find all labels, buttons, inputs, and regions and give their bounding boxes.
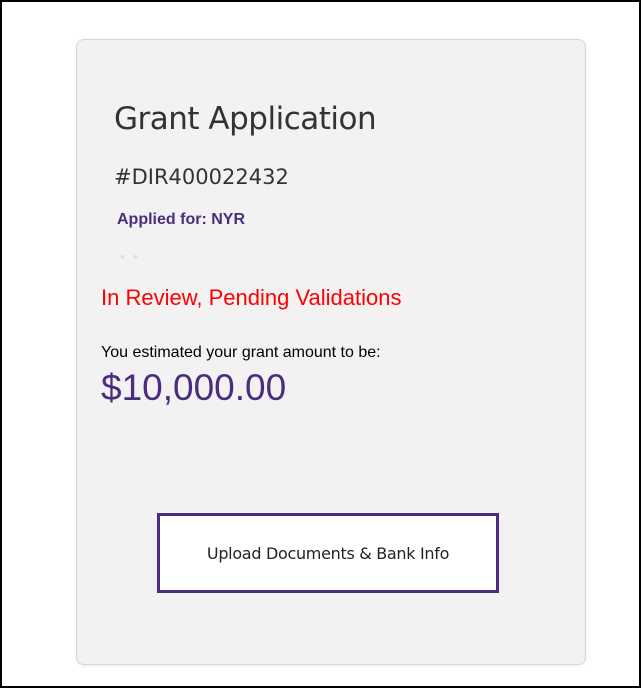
upload-documents-button[interactable]: Upload Documents & Bank Info bbox=[157, 513, 499, 593]
grant-amount: $10,000.00 bbox=[101, 367, 287, 408]
loading-dots: ● ● bbox=[120, 252, 141, 261]
applied-for-label: Applied for: NYR bbox=[117, 211, 245, 228]
estimate-label: You estimated your grant amount to be: bbox=[101, 344, 381, 361]
upload-button-label: Upload Documents & Bank Info bbox=[206, 543, 450, 563]
status-text: In Review, Pending Validations bbox=[101, 285, 402, 310]
card-title: Grant Application bbox=[114, 101, 377, 137]
application-id: #DIR400022432 bbox=[114, 165, 289, 189]
